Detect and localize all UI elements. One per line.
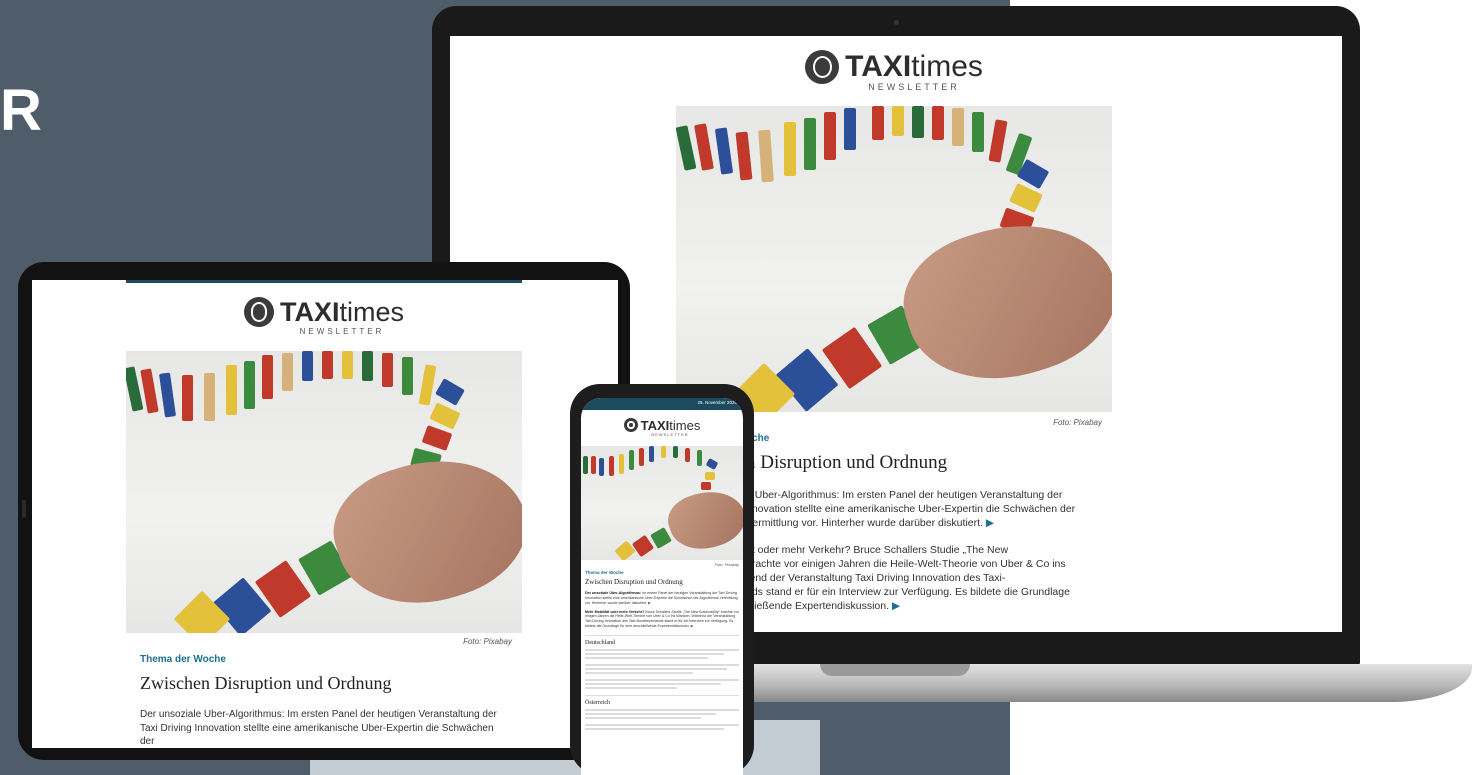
article-headline[interactable]: n Disruption und Ordnung: [746, 452, 1112, 474]
hero-image: [581, 446, 743, 560]
brand-sub: NEWSLETTER: [299, 327, 385, 336]
placeholder-text-block: [585, 708, 739, 730]
hand-image: [319, 435, 522, 627]
photo-credit: Foto: Pixabay: [463, 637, 512, 646]
placeholder-text-block: [585, 648, 739, 689]
read-more-icon[interactable]: ▶: [986, 517, 994, 529]
article-teaser-1[interactable]: Der unsoziale Uber-Algorithmus: Im erste…: [585, 591, 739, 606]
brand-sub: NEWSLETTER: [868, 82, 960, 92]
newsletter-logo[interactable]: TAXItimes NEWSLETTER: [126, 283, 522, 351]
brand-light: times: [911, 50, 983, 83]
laptop-notch: [820, 664, 970, 676]
hero-image: [126, 351, 522, 633]
section-kicker[interactable]: oche: [746, 433, 1112, 444]
article-teaser-2[interactable]: ät oder mehr Verkehr? Bruce Schallers St…: [746, 543, 1112, 614]
article-teaser-2[interactable]: Mehr Mobilität oder mehr Verkehr? Bruce …: [585, 610, 739, 629]
hand-image: [662, 481, 743, 559]
newsletter-logo[interactable]: TAXItimes NEWSLETTER: [581, 410, 743, 446]
article-headline[interactable]: Zwischen Disruption und Ordnung: [140, 673, 508, 694]
camera-icon: [22, 500, 26, 518]
date-bar: 25. November 2020: [581, 398, 743, 410]
tablet-screen: TAXItimes NEWSLETTER Foto: Pixabay Thema…: [32, 280, 618, 748]
brand-bold: TAXI: [845, 50, 912, 83]
brand-bold: TAXI: [640, 417, 670, 433]
read-more-icon[interactable]: ▶: [892, 600, 900, 612]
photo-credit: Foto: Pixabay: [714, 562, 739, 567]
newsletter-logo[interactable]: TAXItimes NEWSLETTER: [676, 36, 1112, 102]
phone-screen: 25. November 2020 TAXItimes NEWSLETTER F…: [581, 398, 743, 775]
section-title-oesterreich[interactable]: Österreich: [585, 694, 739, 706]
brand-light: times: [339, 296, 404, 327]
hero-heading-fragment: R: [0, 78, 42, 143]
section-kicker[interactable]: Thema der Woche: [585, 570, 739, 575]
globe-icon: [805, 50, 840, 84]
article-teaser-1[interactable]: e Uber-Algorithmus: Im ersten Panel der …: [746, 488, 1112, 531]
hand-image: [887, 197, 1112, 405]
section-kicker[interactable]: Thema der Woche: [140, 654, 508, 665]
section-title-deutschland[interactable]: Deutschland: [585, 634, 739, 646]
read-more-icon[interactable]: ▶: [648, 601, 651, 605]
newsletter-column: TAXItimes NEWSLETTER: [126, 280, 522, 748]
brand-light: times: [669, 417, 701, 433]
article-teaser-1[interactable]: Der unsoziale Uber-Algorithmus: Im erste…: [140, 708, 508, 748]
brand-bold: TAXI: [279, 296, 340, 327]
hero-image: [676, 106, 1112, 412]
phone-device: 25. November 2020 TAXItimes NEWSLETTER F…: [570, 384, 754, 775]
read-more-icon[interactable]: ▶: [691, 624, 694, 628]
brand-sub: NEWSLETTER: [651, 432, 689, 437]
issue-date: 25. November 2020: [697, 400, 737, 405]
tablet-device: TAXItimes NEWSLETTER Foto: Pixabay Thema…: [18, 262, 630, 760]
globe-icon: [243, 297, 274, 327]
globe-icon: [623, 418, 638, 432]
article-headline[interactable]: Zwischen Disruption und Ordnung: [585, 578, 739, 586]
camera-icon: [894, 20, 899, 25]
